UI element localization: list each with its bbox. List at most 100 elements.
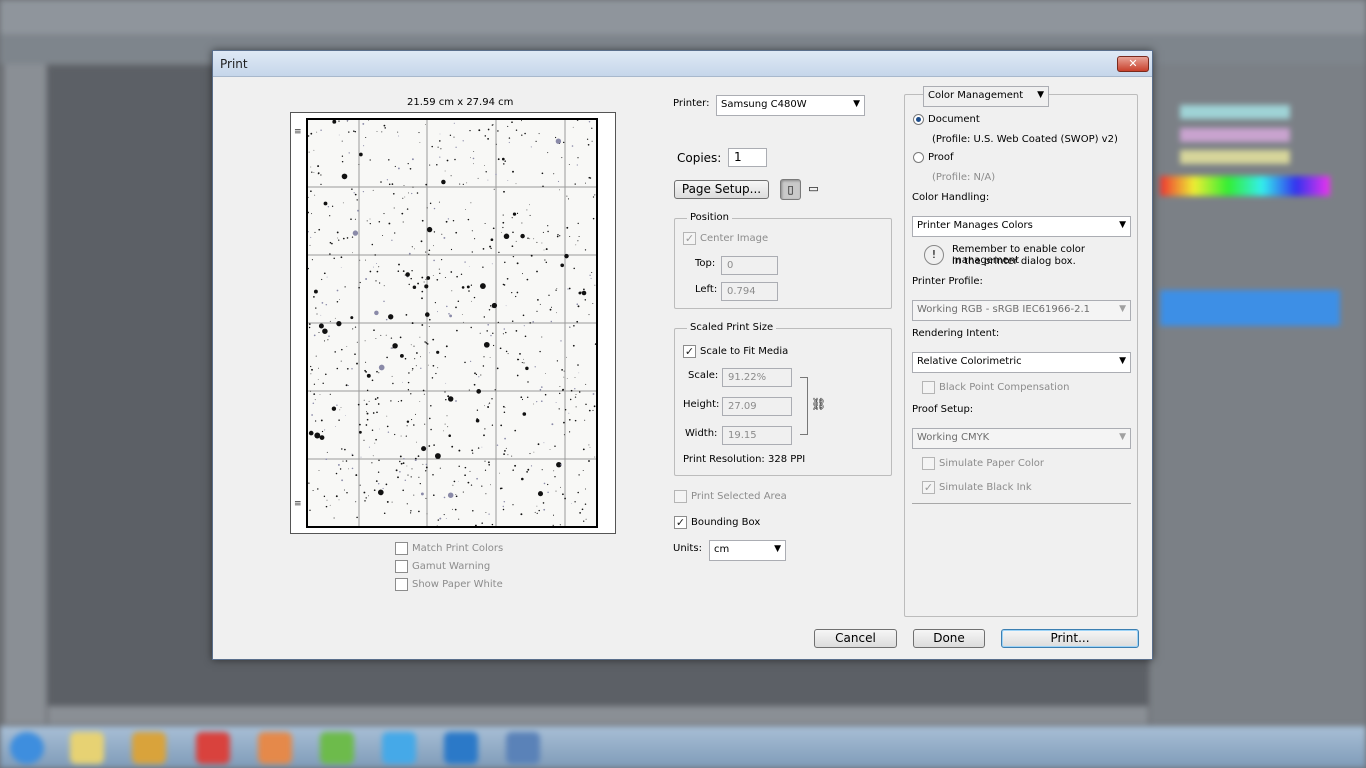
scale-label: Scale:: [688, 370, 719, 381]
bounding-box-checkbox[interactable]: ✓ Bounding Box: [674, 516, 760, 529]
preview-star-dot: [371, 243, 374, 246]
checkbox-box[interactable]: [674, 490, 687, 503]
preview-star-dot: [313, 334, 316, 337]
print-selected-area-checkbox[interactable]: Print Selected Area: [674, 490, 787, 503]
portrait-orientation-button[interactable]: ▯: [780, 179, 801, 200]
preview-star-dot: [406, 503, 408, 505]
preview-star-dot: [533, 451, 535, 453]
preview-star-dot: [589, 274, 591, 276]
checkbox-box[interactable]: [922, 457, 935, 470]
color-handling-select[interactable]: Printer Manages Colors ▼: [912, 216, 1131, 237]
preview-star-dot: [309, 244, 311, 246]
simulate-black-ink-checkbox[interactable]: ✓ Simulate Black Ink: [922, 481, 1032, 494]
preview-star-dot: [568, 164, 570, 166]
preview-star-dot: [427, 364, 429, 366]
document-radio[interactable]: Document: [913, 114, 980, 125]
printer-select[interactable]: Samsung C480W ▼: [716, 95, 865, 116]
units-select[interactable]: cm ▼: [709, 540, 786, 561]
preview-star-dot: [464, 466, 467, 469]
chain-link-icon[interactable]: ⛓: [811, 397, 826, 411]
preview-star-dot: [586, 138, 589, 140]
taskbar-app-icon: [444, 732, 478, 764]
gamut-warning-checkbox[interactable]: Gamut Warning: [395, 560, 490, 573]
radio-button[interactable]: [913, 114, 924, 125]
preview-star-dot: [432, 494, 435, 497]
done-button[interactable]: Done: [913, 629, 985, 648]
preview-star-dot: [341, 448, 343, 450]
preview-star-dot: [423, 393, 425, 395]
preview-star-dot: [567, 288, 569, 290]
preview-star-dot: [362, 122, 365, 125]
checkbox-box[interactable]: ✓: [922, 481, 935, 494]
preview-star-dot: [403, 458, 405, 460]
preview-star-dot: [494, 389, 496, 391]
preview-star-dot: [386, 179, 389, 181]
preview-star-dot: [310, 190, 312, 193]
preview-star-dot: [316, 313, 318, 315]
preview-star-dot: [458, 465, 460, 468]
checkbox-box[interactable]: [395, 578, 408, 591]
scale-to-fit-checkbox[interactable]: ✓ Scale to Fit Media: [683, 345, 788, 358]
preview-star-dot: [453, 136, 455, 138]
preview-star-dot: [435, 372, 437, 375]
landscape-orientation-button[interactable]: ▭: [803, 179, 824, 200]
checkbox-box[interactable]: ✓: [683, 232, 696, 245]
dialog-titlebar[interactable]: Print ✕: [213, 51, 1152, 77]
preview-star-dot: [358, 286, 360, 289]
checkbox-box[interactable]: [395, 560, 408, 573]
checkbox-box[interactable]: [922, 381, 935, 394]
preview-star-dot: [433, 231, 436, 233]
preview-star-dot: [416, 352, 418, 354]
checkbox-box[interactable]: ✓: [674, 516, 687, 529]
units-value: cm: [714, 544, 730, 555]
preview-star-dot: [372, 455, 374, 457]
page-setup-button[interactable]: Page Setup...: [674, 180, 769, 199]
preview-star-dot: [582, 470, 584, 471]
simulate-paper-color-checkbox[interactable]: Simulate Paper Color: [922, 457, 1044, 470]
show-paper-white-checkbox[interactable]: Show Paper White: [395, 578, 503, 591]
checkbox-box[interactable]: [395, 542, 408, 555]
preview-star-dot: [371, 462, 373, 464]
preview-star-dot: [425, 124, 426, 125]
scale-input[interactable]: 91.22%: [722, 368, 792, 387]
print-button[interactable]: Print...: [1001, 629, 1139, 648]
black-point-compensation-checkbox[interactable]: Black Point Compensation: [922, 381, 1069, 394]
printer-profile-select[interactable]: Working RGB - sRGB IEC61966-2.1 ▼: [912, 300, 1131, 321]
proof-setup-select[interactable]: Working CMYK ▼: [912, 428, 1131, 449]
preview-star-dot: [516, 212, 519, 215]
preview-star-dot: [516, 291, 519, 294]
preview-image[interactable]: [306, 118, 598, 528]
copies-input[interactable]: 1: [728, 148, 767, 167]
preview-star-dot: [429, 164, 431, 166]
preview-star-dot: [552, 524, 554, 526]
preview-star-dot: [421, 290, 424, 293]
top-input[interactable]: 0: [721, 256, 778, 275]
width-input[interactable]: 19.15: [722, 426, 792, 445]
preview-star-dot: [366, 412, 369, 415]
preview-star-dot: [468, 266, 470, 267]
color-management-select[interactable]: Color Management ▼: [923, 86, 1049, 107]
proof-radio[interactable]: Proof: [913, 152, 954, 163]
preview-star-dot: [553, 173, 555, 175]
preview-star-dot: [549, 449, 551, 450]
match-print-colors-checkbox[interactable]: Match Print Colors: [395, 542, 503, 555]
radio-button[interactable]: [913, 152, 924, 163]
cancel-button[interactable]: Cancel: [814, 629, 897, 648]
portrait-orientation-icon: ▯: [787, 183, 794, 196]
rendering-intent-select[interactable]: Relative Colorimetric ▼: [912, 352, 1131, 373]
height-input[interactable]: 27.09: [722, 397, 792, 416]
left-input[interactable]: 0.794: [721, 282, 778, 301]
preview-star-dot: [436, 278, 439, 281]
preview-star-dot: [450, 175, 452, 177]
preview-star-dot: [410, 476, 412, 478]
preview-star-dot: [551, 423, 554, 426]
center-image-checkbox[interactable]: ✓ Center Image: [683, 232, 768, 245]
checkbox-box[interactable]: ✓: [683, 345, 696, 358]
preview-star-dot: [425, 278, 427, 280]
preview-star-dot: [391, 375, 393, 377]
close-button[interactable]: ✕: [1117, 56, 1149, 72]
preview-star-dot: [497, 158, 500, 161]
preview-star-dot: [476, 389, 482, 394]
preview-star-dot: [340, 360, 342, 362]
preview-star-dot: [312, 402, 315, 404]
